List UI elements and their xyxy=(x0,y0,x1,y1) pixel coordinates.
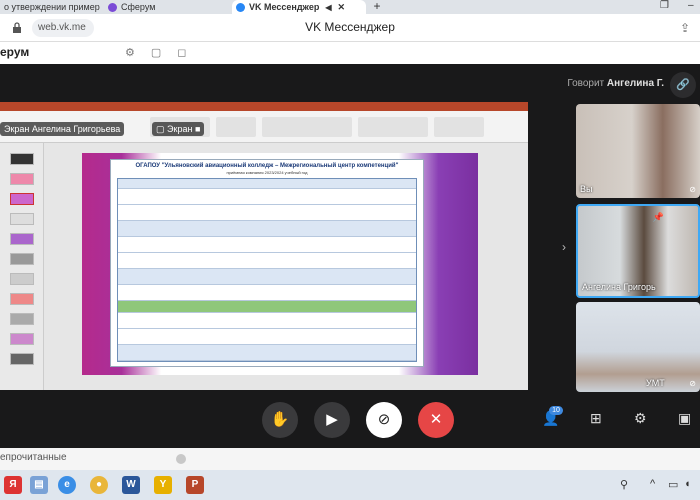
tab-mute-icon[interactable]: ◀︎ xyxy=(325,3,331,12)
participant-tile-active[interactable]: 📌 Ангелина Григорь xyxy=(576,204,700,298)
participant-tile[interactable]: УМТ ⊘ xyxy=(576,302,700,392)
screen-icon: ▢ xyxy=(156,124,165,134)
raise-hand-button[interactable]: ✋ xyxy=(262,402,298,438)
address-bar: web.vk.me VK Мессенджер ⇪ xyxy=(0,14,700,42)
messages-list-footer: епрочитанные xyxy=(0,448,700,470)
yandex-icon[interactable]: Я xyxy=(4,476,22,494)
sferum-favicon-icon xyxy=(108,2,117,12)
camera-button[interactable]: ▶ xyxy=(314,402,350,438)
tab-3-label: VK Мессенджер xyxy=(249,2,320,12)
slide-canvas: ОГАПОУ "Ульяновский авиационный колледж … xyxy=(44,143,528,390)
participant-name: Вы xyxy=(580,184,593,194)
yandex-browser-icon[interactable]: Y xyxy=(154,476,172,494)
end-call-button[interactable]: ✕ xyxy=(418,402,454,438)
close-icon[interactable]: ✕ xyxy=(337,2,345,13)
powerpoint-icon[interactable]: P xyxy=(186,476,204,494)
unread-filter-label[interactable]: епрочитанные xyxy=(0,452,67,463)
word-icon[interactable]: W xyxy=(122,476,140,494)
slide: ОГАПОУ "Ульяновский авиационный колледж … xyxy=(82,153,478,375)
speaking-prefix: Говорит xyxy=(567,78,605,89)
slide-title: ОГАПОУ "Ульяновский авиационный колледж … xyxy=(135,163,399,169)
header-icons[interactable]: ⚙▢◻ xyxy=(125,46,202,59)
mic-muted-icon: ⊘ xyxy=(689,185,696,194)
vk-page-header: ерум ⚙▢◻ xyxy=(0,42,700,64)
slide-document: ОГАПОУ "Ульяновский авиационный колледж … xyxy=(110,159,424,367)
grid-icon[interactable]: ⊞ xyxy=(590,410,602,427)
edge-icon[interactable]: e xyxy=(58,476,76,494)
page-title: VK Мессенджер xyxy=(305,20,395,34)
call-window: Говорит Ангелина Г. 🔗 ОГАПОУ "Ульяновски… xyxy=(0,64,700,448)
speaking-name: Ангелина Г. xyxy=(606,78,664,89)
slide-table xyxy=(117,178,417,362)
browser-tab-3[interactable]: VK Мессенджер ◀︎ ✕ xyxy=(232,0,366,14)
vk-logo: ерум xyxy=(0,45,30,59)
settings-gear-icon[interactable]: ⚙ xyxy=(634,410,647,427)
volume-icon[interactable]: ◖ xyxy=(684,478,691,490)
participants-count-badge: 10 xyxy=(549,406,563,415)
browser-tab-1[interactable]: о утверждении пример ✕ xyxy=(0,0,102,14)
share-icon[interactable]: ⇪ xyxy=(680,21,690,35)
window-restore-icon[interactable]: ❐ xyxy=(660,0,669,11)
network-icon[interactable]: ▭ xyxy=(668,478,678,491)
screen-tag-label: Экран xyxy=(167,124,193,134)
tray-chevron-icon[interactable]: ^ xyxy=(650,478,655,490)
participant-name: УМТ xyxy=(646,378,665,388)
mic-muted-icon: ⊘ xyxy=(689,379,696,388)
chrome-icon[interactable]: ● xyxy=(90,476,108,494)
browser-tab-2[interactable]: Сферум xyxy=(104,0,230,14)
vk-favicon-icon xyxy=(236,2,245,12)
speaking-indicator: Говорит Ангелина Г. xyxy=(567,78,664,89)
screen-tag: ▢ Экран ■ xyxy=(152,122,205,136)
camera-small-icon: ■ xyxy=(194,124,201,134)
mic-off-button[interactable]: ⊘ xyxy=(366,402,402,438)
tab-2-label: Сферум xyxy=(121,2,156,12)
fullscreen-icon[interactable]: ▣ xyxy=(678,410,691,427)
participant-name: Ангелина Григорь xyxy=(582,282,656,292)
new-tab-button[interactable]: + xyxy=(370,0,384,14)
powerpoint-title-bar xyxy=(0,102,528,111)
tab-1-label: о утверждении пример xyxy=(4,2,100,12)
shared-screen[interactable]: ОГАПОУ "Ульяновский авиационный колледж … xyxy=(0,102,528,390)
toggle-icon[interactable] xyxy=(176,454,186,464)
pin-icon[interactable]: 📌 xyxy=(653,212,664,223)
user-icon[interactable]: ⚲ xyxy=(620,478,628,491)
window-minimize-icon[interactable]: – xyxy=(688,0,694,11)
slide-thumbnails xyxy=(0,143,44,390)
slide-subtitle: приёмная компания 2023/2024 учебный год xyxy=(226,170,308,175)
chevron-right-icon[interactable]: › xyxy=(562,240,566,254)
browser-tab-strip: о утверждении пример ✕ Сферум VK Мессенд… xyxy=(0,0,700,14)
taskbar: Я ▤ e ● W Y P ⚲ ^ ▭ ◖ xyxy=(0,470,700,500)
link-button[interactable]: 🔗 xyxy=(670,72,696,98)
participant-tile[interactable]: Вы ⊘ xyxy=(576,104,700,198)
file-icon[interactable]: ▤ xyxy=(30,476,48,494)
screen-share-label: Экран Ангелина Григорьева xyxy=(0,122,125,136)
